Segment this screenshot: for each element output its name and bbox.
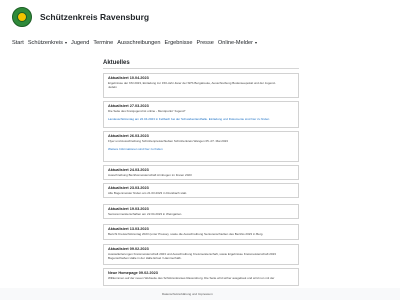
- news-card: Aktualisiert 26.03.2023 Flyer und Aussch…: [103, 131, 299, 162]
- nav-item-schuetzenkreis[interactable]: Schützenkreis: [26, 40, 69, 46]
- news-link[interactable]: Weitere Informationen sind hier zu finde…: [108, 147, 294, 151]
- nav-item-online-melder[interactable]: Online-Melder: [216, 40, 259, 46]
- nav-item-start[interactable]: Start: [10, 40, 26, 46]
- main-nav: Start Schützenkreis Jugend Termine Aussc…: [10, 37, 259, 49]
- site-title[interactable]: Schützenkreis Ravensburg: [40, 12, 149, 22]
- nav-item-jugend[interactable]: Jugend: [69, 40, 91, 46]
- news-card: Aktualisiert 27.03.2023 Die Seite des Kr…: [103, 101, 299, 128]
- club-logo: [12, 7, 32, 27]
- news-card: Aktualisiert 10.04.2023 Ergebnisse der K…: [103, 73, 299, 98]
- nav-item-termine[interactable]: Termine: [91, 40, 115, 46]
- page-heading: Aktuelles: [103, 60, 130, 66]
- news-text: Ergebnisse der KM 2023, Einladung zur 15…: [108, 81, 276, 85]
- news-card: Neue Homepage 09.02.2023 Willkommen auf …: [103, 268, 299, 286]
- news-link[interactable]: Landesschützentag am 22.04.2023 in Fellb…: [108, 117, 294, 121]
- news-text: Flyer und Ausschreibung Schützenpreissch…: [108, 139, 228, 143]
- heading-divider: [103, 68, 299, 69]
- news-text: Seniorenmeisterschaften am 22.04.2023 in…: [108, 212, 183, 216]
- news-text: Bogenschießen Halle in der Halle Ertsel …: [108, 256, 182, 260]
- nav-item-ergebnisse[interactable]: Ergebnisse: [162, 40, 194, 46]
- footer-links[interactable]: Datenschutzerklärung und Impressum: [162, 292, 213, 296]
- news-card: Aktualisiert 09.02.2023 Ausstellerlerung…: [103, 244, 299, 265]
- news-text: Willkommen auf der neuen Webseite des Sc…: [108, 276, 275, 280]
- nav-item-ausschreibungen[interactable]: Ausschreibungen: [115, 40, 162, 46]
- news-card: Aktualisiert 23.03.2023 Alle Bogenmeiste…: [103, 183, 299, 198]
- news-text: Bericht Kreisschützentag 2023 (unter Pre…: [108, 232, 264, 236]
- brand[interactable]: Schützenkreis Ravensburg: [12, 6, 149, 28]
- chevron-down-icon: [255, 41, 258, 44]
- news-text: Alle Bogenmeister finden am 21.03.2023 i…: [108, 191, 188, 195]
- news-text[interactable]: Die Seite des Kreisjugend ist online - M…: [108, 109, 294, 113]
- news-text: Jedeln: [108, 85, 117, 89]
- chevron-down-icon: [64, 41, 67, 44]
- news-card: Aktualisiert 13.03.2023 Bericht Kreissch…: [103, 224, 299, 240]
- news-card: Aktualisiert 19.03.2023 Seniorenmeisters…: [103, 204, 299, 219]
- nav-item-presse[interactable]: Presse: [194, 40, 215, 46]
- news-text: Ausschreibung Bezirksmeisterschaft Armbo…: [108, 173, 192, 177]
- news-card: Aktualisiert 24.03.2023 Ausschreibung Be…: [103, 165, 299, 180]
